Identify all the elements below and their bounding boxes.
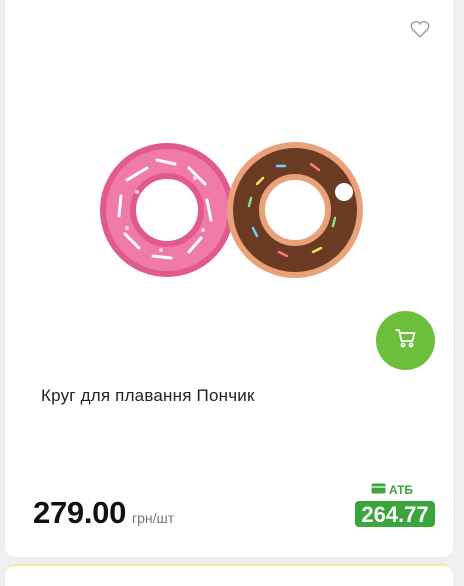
product-card[interactable]: Круг для плавання Пончик 279.00 грн/шт А… — [5, 0, 453, 557]
favorite-heart-icon[interactable] — [409, 18, 431, 40]
price-unit: грн/шт — [132, 510, 175, 526]
promo-label-text: АТБ — [389, 483, 414, 497]
product-title[interactable]: Круг для плавання Пончик — [41, 386, 255, 406]
ticket-icon — [371, 483, 386, 497]
promo-price: 264.77 — [355, 501, 435, 527]
next-product-card[interactable] — [5, 564, 453, 586]
product-image[interactable] — [97, 140, 367, 280]
price-block: 279.00 грн/шт — [33, 495, 174, 531]
shopping-cart-icon — [394, 326, 418, 355]
add-to-cart-button[interactable] — [376, 311, 435, 370]
regular-price: 279.00 — [33, 495, 127, 530]
chocolate-donut-ring — [227, 142, 363, 278]
pink-donut-ring — [100, 143, 234, 277]
promo-badge: АТБ — [371, 483, 413, 497]
